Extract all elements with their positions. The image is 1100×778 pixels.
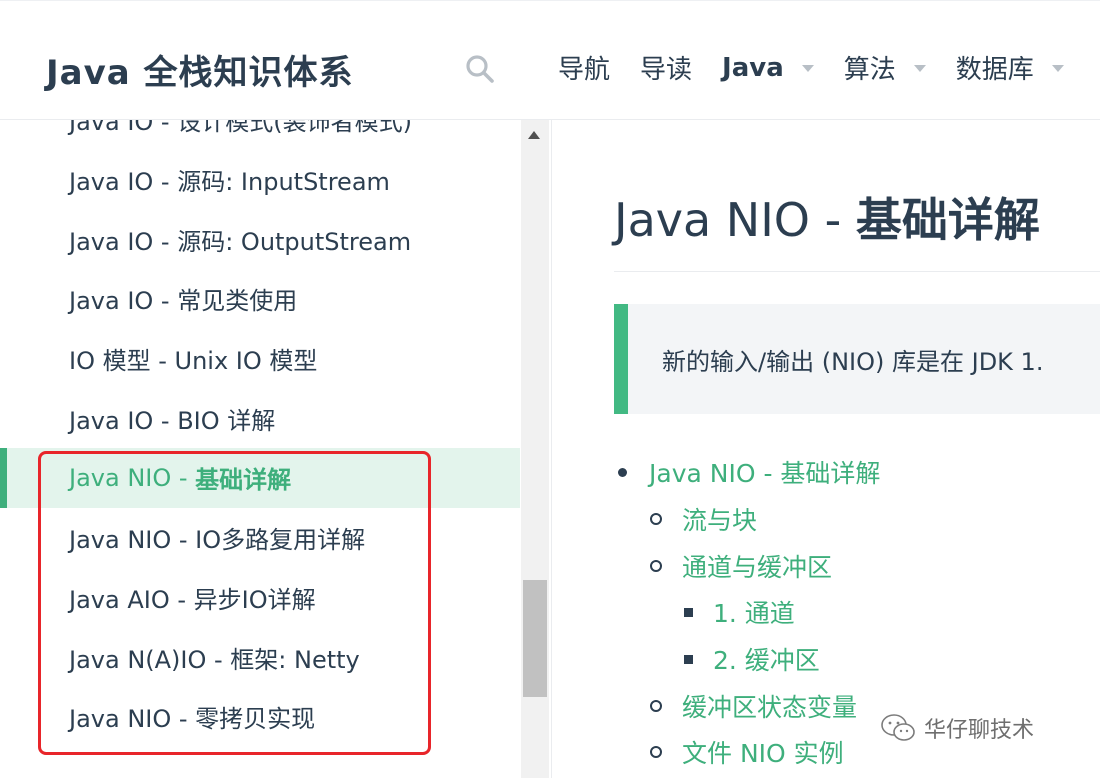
disc-bullet-icon: [618, 467, 627, 477]
scrollbar-thumb[interactable]: [523, 580, 547, 697]
sidebar-item[interactable]: Java IO - BIO 详解: [0, 388, 520, 448]
sidebar-item[interactable]: Java IO - 常见类使用: [0, 269, 520, 329]
circle-bullet-icon: [650, 746, 662, 758]
toc-item[interactable]: 流与块: [650, 501, 757, 537]
sidebar-item[interactable]: Java AIO - 异步IO详解: [0, 568, 520, 628]
site-title[interactable]: Java 全栈知识体系: [46, 45, 354, 94]
nav-item-algorithm[interactable]: 算法: [844, 49, 926, 86]
main-nav: 导航 导读 Java 算法 数据库: [558, 49, 1094, 86]
page-title: Java NIO - 基础详解: [614, 193, 1040, 247]
top-navbar: Java 全栈知识体系 导航 导读 Java 算法 数据库: [0, 0, 1100, 120]
nav-item-guide[interactable]: 导航: [558, 49, 610, 86]
tip-text: 新的输入/输出 (NIO) 库是在 JDK 1.: [662, 348, 1044, 376]
watermark: 华仔聊技术: [880, 712, 1034, 744]
tip-block: 新的输入/输出 (NIO) 库是在 JDK 1.: [614, 304, 1100, 414]
sidebar-item[interactable]: IO 模型 - Unix IO 模型: [0, 329, 520, 389]
sidebar-item[interactable]: Java IO - 源码: OutputStream: [0, 209, 520, 269]
toc-item[interactable]: 文件 NIO 实例: [650, 734, 844, 770]
sidebar-item[interactable]: Java N(A)IO - 框架: Netty: [0, 627, 520, 687]
title-divider: [614, 271, 1100, 272]
scroll-up-arrow-icon[interactable]: [528, 131, 540, 139]
square-bullet-icon: [684, 654, 693, 664]
chevron-down-icon: [1051, 65, 1064, 72]
sidebar-item[interactable]: Java IO - 源码: InputStream: [0, 150, 520, 210]
sidebar-item[interactable]: Java IO - 设计模式(装饰者模式): [0, 120, 520, 150]
toc-item[interactable]: Java NIO - 基础详解: [618, 454, 880, 490]
sidebar-scrollbar[interactable]: [521, 120, 549, 778]
nav-item-database[interactable]: 数据库: [956, 49, 1064, 86]
nav-item-reading[interactable]: 导读: [640, 49, 692, 86]
wechat-icon: [881, 714, 915, 741]
sidebar-item[interactable]: Java NIO - 零拷贝实现: [0, 687, 520, 747]
square-bullet-icon: [684, 607, 693, 617]
sidebar-list: Java IO - 设计模式(装饰者模式) Java IO - 源码: Inpu…: [0, 120, 520, 747]
circle-bullet-icon: [650, 700, 662, 712]
main-content: Java NIO - 基础详解 新的输入/输出 (NIO) 库是在 JDK 1.…: [552, 120, 1100, 778]
toc-item[interactable]: 1. 通道: [684, 594, 795, 630]
chevron-down-icon: [801, 65, 814, 72]
sidebar: Java IO - 设计模式(装饰者模式) Java IO - 源码: Inpu…: [0, 120, 552, 778]
toc-item[interactable]: 2. 缓冲区: [684, 641, 820, 677]
nav-item-java[interactable]: Java: [722, 53, 814, 83]
toc-item[interactable]: 通道与缓冲区: [650, 548, 832, 584]
toc-item[interactable]: 缓冲区状态变量: [650, 688, 857, 724]
chevron-down-icon: [913, 65, 926, 72]
search-icon[interactable]: [464, 53, 496, 85]
circle-bullet-icon: [650, 560, 662, 572]
sidebar-item[interactable]: Java NIO - IO多路复用详解: [0, 508, 520, 568]
circle-bullet-icon: [650, 513, 662, 525]
sidebar-item-active[interactable]: Java NIO - 基础详解: [0, 448, 520, 508]
